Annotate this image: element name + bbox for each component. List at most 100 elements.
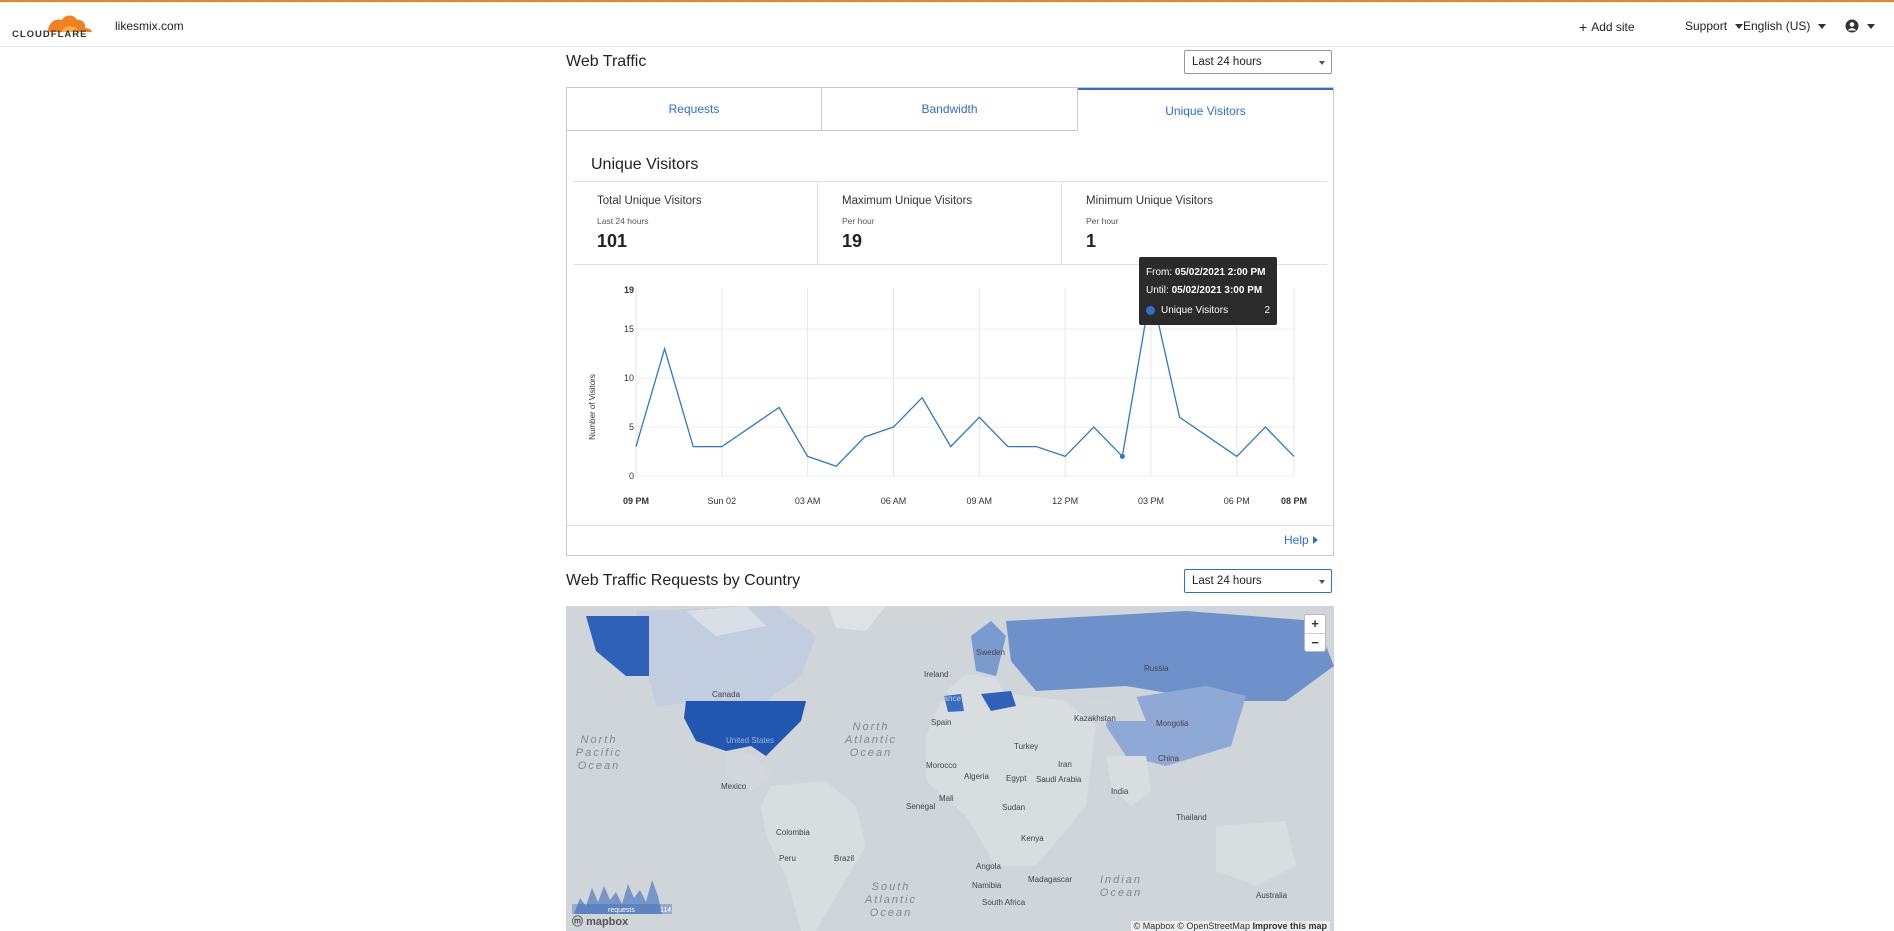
tab-bandwidth[interactable]: Bandwidth — [822, 88, 1078, 131]
stat-value: 101 — [597, 231, 628, 251]
map-zoom-controls: + − — [1304, 614, 1326, 652]
x-tick-label: 03 AM — [795, 496, 821, 506]
stat-sublabel: Last 24 hours — [597, 216, 649, 226]
ocean-label: Indian Ocean — [1099, 874, 1143, 899]
x-tick-label: 03 PM — [1138, 496, 1164, 506]
plus-icon: + — [1579, 19, 1588, 35]
map-label: France — [936, 694, 961, 703]
brand-text: CLOUDFLARE — [12, 29, 88, 40]
y-tick-label: 10 — [624, 373, 634, 383]
stat-sublabel: Per hour — [842, 216, 875, 226]
site-name[interactable]: likesmix.com — [115, 19, 184, 33]
map-label: Mexico — [721, 782, 747, 791]
map-label: United States — [726, 736, 775, 745]
tooltip-from-label: From: — [1146, 267, 1173, 278]
account-menu[interactable] — [1845, 19, 1875, 33]
x-tick-label: 09 AM — [967, 496, 993, 506]
map-label: Turkey — [1014, 742, 1039, 751]
map-label: Sweden — [976, 648, 1005, 657]
map-label: Senegal — [906, 802, 936, 811]
map-label: Sudan — [1002, 803, 1026, 812]
stat-value: 1 — [1086, 231, 1097, 251]
map-label: Ireland — [924, 670, 949, 679]
x-tick-label: Sun 02 — [708, 496, 737, 506]
y-axis-title: Number of Visitors — [588, 374, 597, 440]
map-label: Colombia — [776, 828, 810, 837]
country-range-select[interactable]: Last 24 hours — [1184, 569, 1332, 593]
y-tick-label: 19 — [624, 285, 634, 295]
chart-tooltip: From: 05/02/2021 2:00 PM Until: 05/02/20… — [1139, 257, 1277, 325]
chevron-down-icon — [1319, 580, 1325, 584]
improve-map-link[interactable]: Improve this map — [1252, 921, 1327, 931]
legend-max: 114 — [660, 907, 671, 914]
stat-sublabel: Per hour — [1086, 216, 1119, 226]
chevron-down-icon — [1735, 23, 1744, 29]
map-label: Spain — [931, 718, 952, 727]
map-label: Brazil — [834, 854, 855, 863]
map-label: Canada — [712, 690, 741, 699]
stat-value: 19 — [842, 231, 863, 251]
y-tick-label: 15 — [624, 324, 634, 334]
map-label: Iran — [1058, 760, 1072, 769]
tooltip-series: Unique Visitors — [1161, 305, 1229, 316]
unique-visitors-heading: Unique Visitors — [591, 156, 699, 173]
map-label: Algeria — [964, 772, 989, 781]
map-label: Angola — [976, 862, 1001, 871]
map-label: Russia — [1144, 664, 1169, 673]
map-label: Kenya — [1021, 834, 1044, 843]
tab-unique-visitors[interactable]: Unique Visitors — [1078, 88, 1333, 131]
x-tick-label: 08 PM — [1281, 496, 1307, 506]
ocean-label: North Atlantic Ocean — [844, 721, 898, 759]
language-menu[interactable]: English (US) — [1743, 19, 1827, 33]
web-traffic-range-select[interactable]: Last 24 hours — [1184, 50, 1332, 74]
map-attribution: © Mapbox © OpenStreetMap Improve this ma… — [1130, 921, 1330, 931]
map-label: Namibia — [972, 881, 1002, 890]
map-label: Morocco — [926, 761, 957, 770]
tab-requests[interactable]: Requests — [567, 88, 822, 131]
map-label: Mongolia — [1156, 719, 1189, 728]
x-tick-label: 06 PM — [1224, 496, 1250, 506]
ocean-label: North Pacific Ocean — [575, 734, 623, 772]
x-tick-label: 06 AM — [881, 496, 907, 506]
map-label: Egypt — [1006, 774, 1027, 783]
chevron-down-icon — [1867, 23, 1875, 29]
x-tick-label: 09 PM — [623, 496, 649, 506]
series-dot-icon — [1146, 306, 1155, 315]
x-tick-label: 12 PM — [1052, 496, 1078, 506]
map-label: Mali — [939, 794, 954, 803]
support-menu[interactable]: Support — [1685, 19, 1744, 33]
stat-maximum: Maximum Unique Visitors Per hour 19 — [817, 182, 1061, 264]
map-label: Australia — [1256, 891, 1288, 900]
ocean-label: South Atlantic Ocean — [864, 881, 918, 919]
stat-minimum: Minimum Unique Visitors Per hour 1 — [1061, 182, 1327, 264]
chevron-down-icon — [1319, 61, 1325, 65]
stat-total: Total Unique Visitors Last 24 hours 101 — [573, 182, 817, 264]
zoom-in-button[interactable]: + — [1305, 615, 1325, 634]
help-link[interactable]: Help — [1284, 533, 1318, 547]
zoom-out-button[interactable]: − — [1305, 634, 1325, 652]
user-icon — [1845, 19, 1859, 33]
panel-divider — [567, 525, 1333, 526]
web-traffic-title: Web Traffic — [566, 53, 647, 70]
tooltip-from-value: 05/02/2021 2:00 PM — [1174, 267, 1266, 278]
caret-right-icon — [1312, 536, 1318, 544]
y-tick-label: 0 — [629, 471, 634, 481]
tooltip-value: 2 — [1264, 305, 1270, 316]
stat-label: Maximum Unique Visitors — [842, 195, 973, 207]
tooltip-until-label: Until: — [1146, 285, 1169, 296]
add-site-button[interactable]: + Add site — [1579, 19, 1635, 35]
map-label: Thailand — [1176, 813, 1207, 822]
stat-label: Total Unique Visitors — [597, 195, 702, 207]
country-title: Web Traffic Requests by Country — [566, 572, 801, 589]
world-map[interactable]: + − Canada United States Mexico Colombia… — [566, 606, 1334, 931]
map-label: Peru — [779, 854, 796, 863]
series-point — [1119, 453, 1125, 459]
map-label: China — [1158, 754, 1179, 763]
y-tick-label: 5 — [629, 422, 634, 432]
attribution-text[interactable]: © Mapbox © OpenStreetMap — [1134, 921, 1250, 931]
map-label: South Africa — [982, 898, 1026, 907]
stats-row: Total Unique Visitors Last 24 hours 101 … — [573, 181, 1327, 265]
stat-label: Minimum Unique Visitors — [1086, 195, 1213, 207]
map-label: Kazakhstan — [1074, 714, 1116, 723]
mapbox-logo[interactable]: ⓜ mapbox — [572, 913, 628, 929]
